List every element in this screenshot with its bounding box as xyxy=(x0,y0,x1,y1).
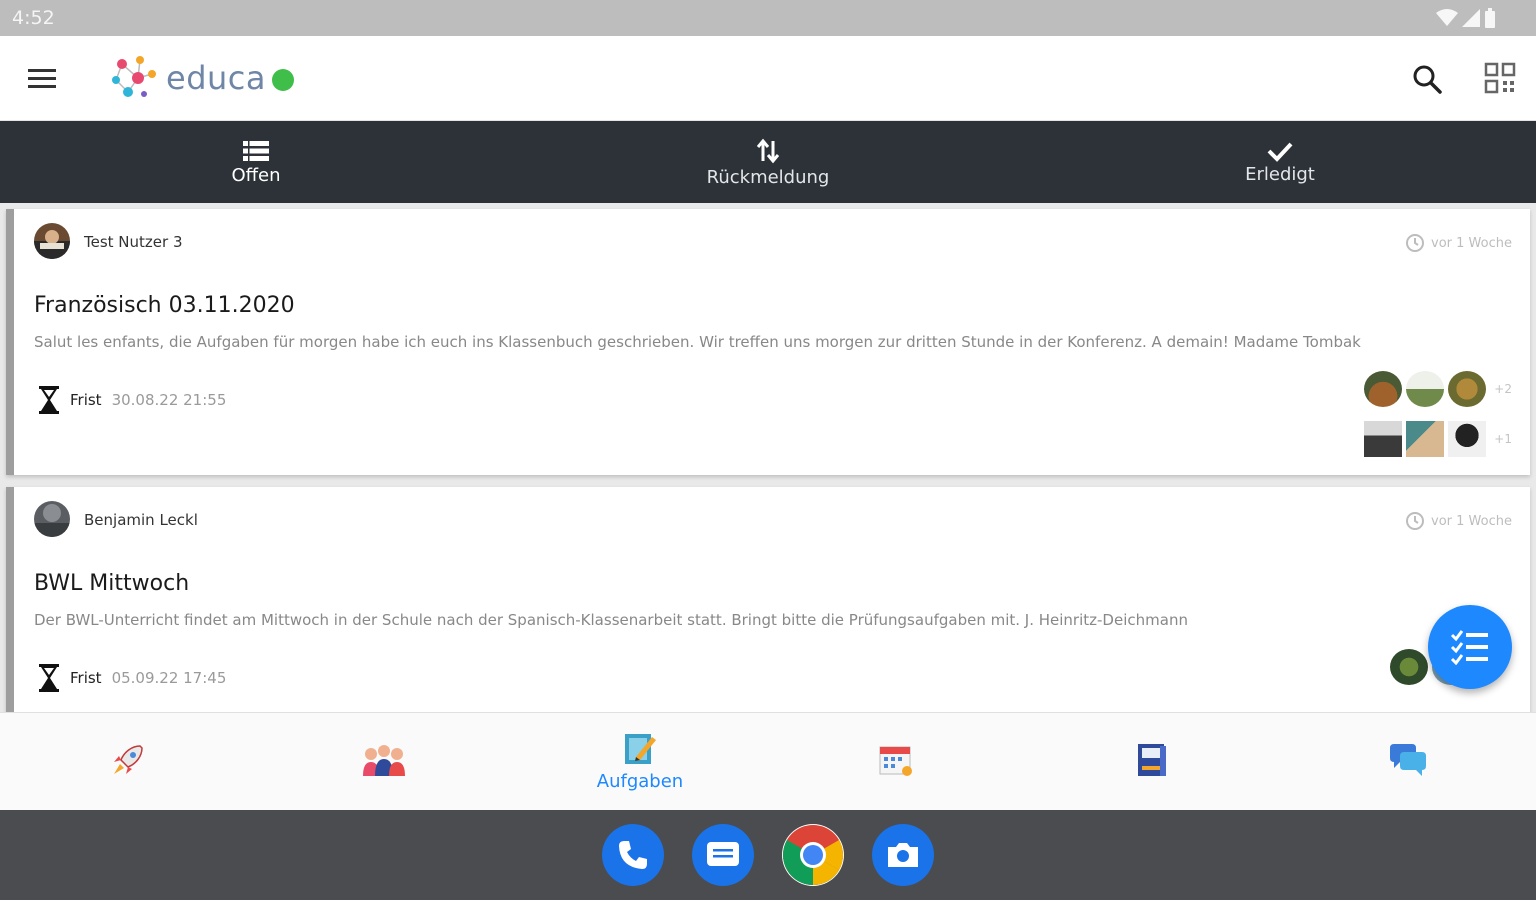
nav-item-calendar[interactable] xyxy=(768,713,1024,810)
task-time-label: vor 1 Woche xyxy=(1431,513,1512,529)
attachment-thumbnail[interactable] xyxy=(1406,371,1445,407)
avatar xyxy=(34,223,70,259)
nav-item-groups[interactable] xyxy=(256,713,512,810)
nav-label-tasks: Aufgaben xyxy=(596,771,684,792)
avatar xyxy=(34,501,70,537)
attachment-more-count: +1 xyxy=(1494,432,1512,446)
task-card[interactable]: Benjamin Leckl vor 1 Woche BWL Mittwoch … xyxy=(6,487,1530,712)
phone-app-button[interactable] xyxy=(602,824,664,886)
nav-item-chat[interactable] xyxy=(1280,713,1536,810)
task-tabs: Offen Rückmeldung Erledigt xyxy=(0,121,1536,203)
system-dock xyxy=(0,810,1536,900)
attachment-thumbnail[interactable] xyxy=(1364,371,1403,407)
attachment-thumbnail[interactable] xyxy=(1406,421,1445,457)
task-title: Französisch 03.11.2020 xyxy=(34,293,295,318)
task-deadline: Frist 30.08.22 21:55 xyxy=(38,385,226,415)
tab-feedback-label: Rückmeldung xyxy=(706,166,830,188)
task-description: Salut les enfants, die Aufgaben für morg… xyxy=(34,333,1361,351)
tab-open[interactable]: Offen xyxy=(0,121,512,203)
messages-icon xyxy=(707,842,739,866)
signal-icon xyxy=(1462,9,1480,27)
task-time: vor 1 Woche xyxy=(1405,511,1512,531)
task-author: Test Nutzer 3 xyxy=(84,233,183,251)
wifi-icon xyxy=(1436,9,1458,26)
task-deadline: Frist 05.09.22 17:45 xyxy=(38,663,226,693)
attachment-thumbnails: +2 xyxy=(1364,371,1512,407)
bottom-navigation: Aufgaben xyxy=(0,712,1536,810)
camera-icon xyxy=(888,843,918,867)
educa-logo-icon xyxy=(112,56,156,97)
nav-item-tasks[interactable]: Aufgaben xyxy=(512,713,768,810)
system-icons xyxy=(1436,8,1496,28)
task-description: Der BWL-Unterricht findet am Mittwoch in… xyxy=(34,611,1188,629)
attachment-thumbnail[interactable] xyxy=(1390,649,1428,685)
calendar-icon xyxy=(879,746,912,776)
chrome-app-button[interactable] xyxy=(782,824,844,886)
deadline-label: Frist xyxy=(70,391,102,409)
camera-app-button[interactable] xyxy=(872,824,934,886)
tab-done[interactable]: Erledigt xyxy=(1024,121,1536,203)
status-time: 4:52 xyxy=(12,7,55,29)
tab-done-label: Erledigt xyxy=(1245,163,1315,185)
status-bar: 4:52 xyxy=(0,0,1536,36)
task-title: BWL Mittwoch xyxy=(34,571,190,596)
app-logo: educa xyxy=(108,52,294,104)
attachment-thumbnail[interactable] xyxy=(1364,421,1403,457)
notebook-icon xyxy=(1138,743,1166,776)
task-author: Benjamin Leckl xyxy=(84,511,198,529)
deadline-label: Frist xyxy=(70,669,102,687)
chat-icon xyxy=(1390,743,1426,776)
qr-code-icon xyxy=(1484,62,1516,94)
task-time-label: vor 1 Woche xyxy=(1431,235,1512,251)
task-list-fab-button[interactable] xyxy=(1428,605,1512,689)
phone-icon xyxy=(619,841,647,869)
task-time: vor 1 Woche xyxy=(1405,233,1512,253)
tab-feedback[interactable]: Rückmeldung xyxy=(512,121,1024,203)
rocket-icon xyxy=(114,744,143,774)
clock-icon xyxy=(1406,234,1425,252)
logo-text: educa xyxy=(166,59,266,97)
battery-icon xyxy=(1485,8,1495,28)
deadline-value: 05.09.22 17:45 xyxy=(111,669,227,687)
task-list: Test Nutzer 3 vor 1 Woche Französisch 03… xyxy=(0,203,1536,712)
online-status-dot xyxy=(271,69,294,91)
attachment-thumbnail[interactable] xyxy=(1448,421,1487,457)
group-icon xyxy=(363,744,405,776)
sort-arrows-icon xyxy=(756,138,780,163)
attachment-thumbnail[interactable] xyxy=(1448,371,1487,407)
menu-button[interactable] xyxy=(26,62,58,94)
search-button[interactable] xyxy=(1410,62,1444,96)
list-icon xyxy=(243,140,269,161)
search-icon xyxy=(1413,65,1442,94)
checklist-icon xyxy=(1450,630,1488,665)
messages-app-button[interactable] xyxy=(692,824,754,886)
task-card[interactable]: Test Nutzer 3 vor 1 Woche Französisch 03… xyxy=(6,209,1530,475)
chrome-icon xyxy=(782,825,844,886)
tasks-icon xyxy=(625,734,656,764)
check-icon xyxy=(1267,142,1293,162)
nav-item-notebook[interactable] xyxy=(1024,713,1280,810)
clock-icon xyxy=(1406,512,1425,530)
hamburger-icon xyxy=(28,69,56,88)
app-bar: educa xyxy=(0,36,1536,121)
attachment-more-count: +2 xyxy=(1494,382,1512,396)
hourglass-icon xyxy=(39,386,59,414)
nav-item-rocket[interactable] xyxy=(0,713,256,810)
hourglass-icon xyxy=(39,664,59,692)
deadline-value: 30.08.22 21:55 xyxy=(111,391,227,409)
tab-open-label: Offen xyxy=(231,164,281,186)
attachment-thumbnails: +1 xyxy=(1364,421,1512,457)
qr-code-button[interactable] xyxy=(1484,62,1516,94)
